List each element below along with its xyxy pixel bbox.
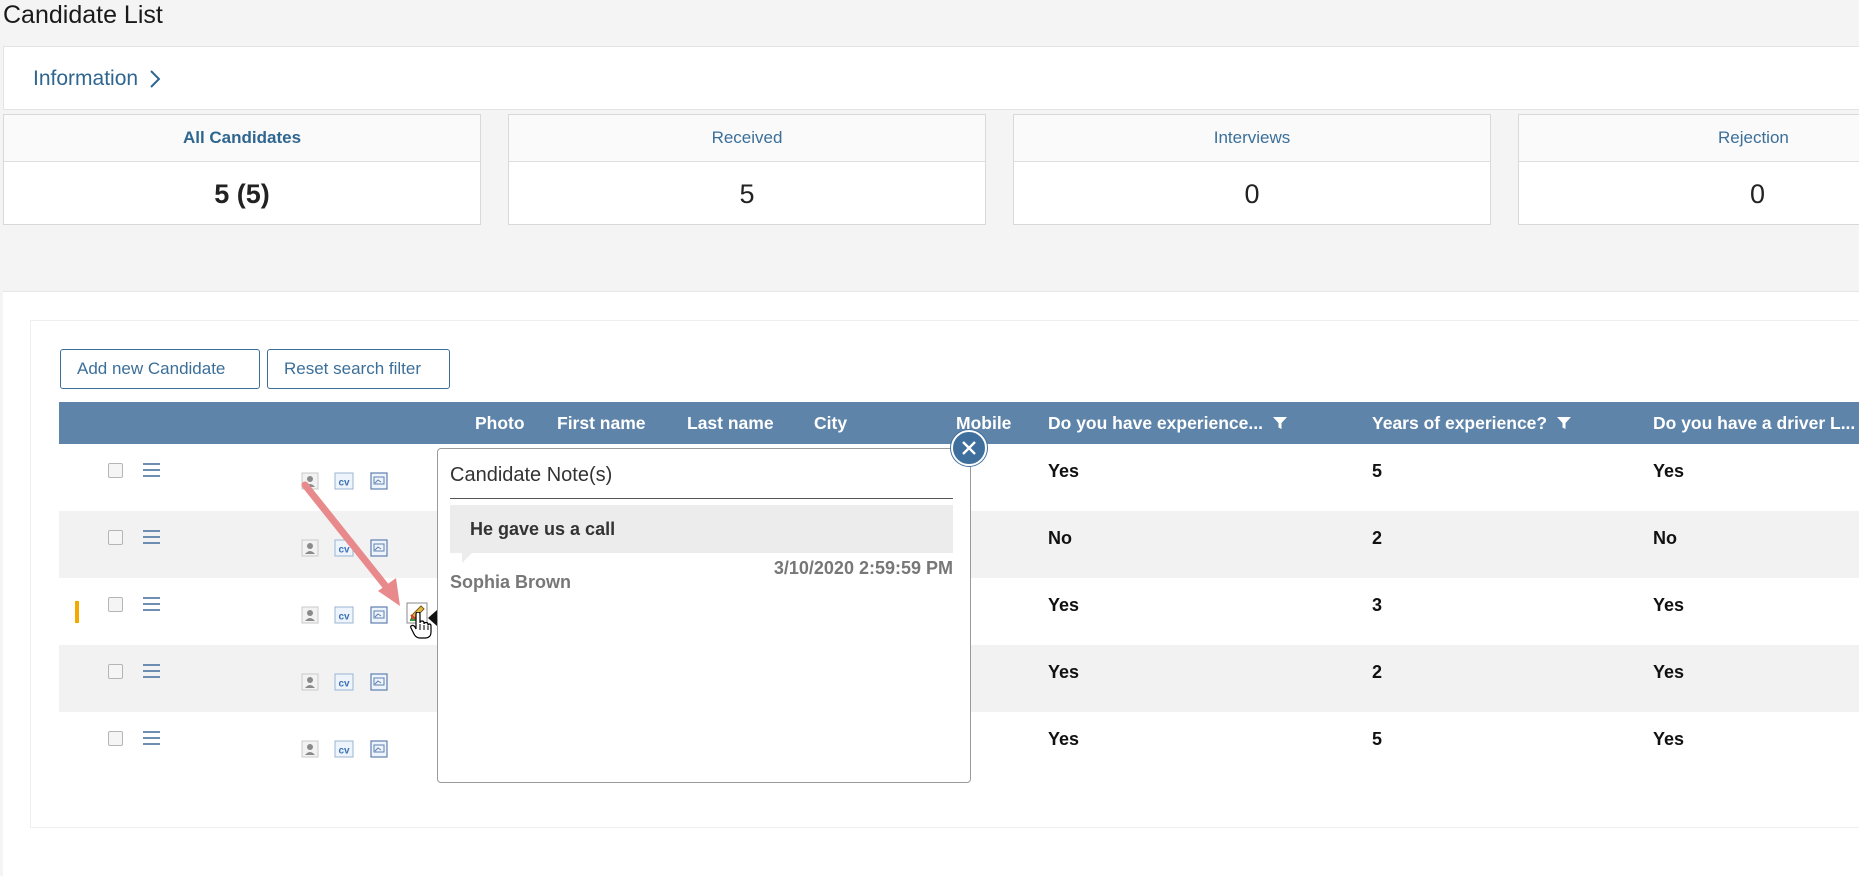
column-header-experience[interactable]: Do you have experience... bbox=[1048, 402, 1287, 444]
svg-text:cv: cv bbox=[338, 679, 350, 690]
cell-years: 3 bbox=[1372, 594, 1383, 615]
row-checkbox[interactable] bbox=[108, 463, 123, 478]
cell-years: 2 bbox=[1372, 661, 1383, 682]
row-menu-icon[interactable] bbox=[143, 664, 160, 678]
note-date: 3/10/2020 2:59:59 PM bbox=[773, 558, 953, 578]
cell-years: 2 bbox=[1372, 527, 1383, 548]
column-header-city[interactable]: City bbox=[814, 402, 847, 444]
stat-label: Rejection bbox=[1519, 115, 1859, 162]
row-menu-icon[interactable] bbox=[143, 731, 160, 745]
close-popup-button[interactable] bbox=[951, 430, 987, 466]
information-label: Information bbox=[33, 67, 139, 90]
filter-icon[interactable] bbox=[1272, 416, 1287, 430]
page-title: Candidate List bbox=[3, 1, 163, 29]
close-icon bbox=[962, 441, 976, 455]
stat-value: 5 bbox=[739, 178, 755, 209]
document-icon[interactable] bbox=[369, 672, 389, 692]
popup-title: Candidate Note(s) bbox=[450, 464, 613, 486]
svg-text:cv: cv bbox=[338, 746, 350, 757]
cell-experience: Yes bbox=[1048, 661, 1080, 682]
stat-label: Received bbox=[509, 115, 985, 162]
column-header-photo[interactable]: Photo bbox=[475, 402, 525, 444]
svg-text:cv: cv bbox=[338, 612, 350, 623]
column-header-first-name[interactable]: First name bbox=[557, 402, 646, 444]
cell-driver-license: No bbox=[1653, 527, 1677, 548]
cell-years: 5 bbox=[1372, 728, 1383, 749]
annotation-arrow-icon bbox=[301, 481, 400, 606]
row-menu-icon[interactable] bbox=[143, 597, 160, 611]
popup-divider bbox=[450, 498, 953, 499]
row-checkbox[interactable] bbox=[108, 664, 123, 679]
row-menu-icon[interactable] bbox=[143, 530, 160, 544]
chevron-right-icon bbox=[150, 70, 161, 88]
cv-icon[interactable]: cv bbox=[334, 672, 354, 692]
cell-driver-license: Yes bbox=[1653, 594, 1685, 615]
document-icon[interactable] bbox=[369, 739, 389, 759]
stat-label: Interviews bbox=[1014, 115, 1490, 162]
cv-icon[interactable]: cv bbox=[334, 739, 354, 759]
hand-cursor-icon bbox=[410, 612, 432, 639]
stat-card-received[interactable]: Received 5 bbox=[508, 114, 986, 225]
column-header-last-name[interactable]: Last name bbox=[687, 402, 774, 444]
row-selected-marker bbox=[75, 601, 79, 623]
stat-value: 0 bbox=[1244, 178, 1260, 209]
person-icon[interactable] bbox=[300, 739, 320, 759]
stat-value: 5 (5) bbox=[214, 178, 270, 209]
stat-label: All Candidates bbox=[4, 115, 480, 162]
cell-driver-license: Yes bbox=[1653, 661, 1685, 682]
stat-card-rejection[interactable]: Rejection 0 bbox=[1518, 114, 1859, 225]
column-header-years[interactable]: Years of experience? bbox=[1372, 402, 1572, 444]
cell-driver-license: Yes bbox=[1653, 728, 1685, 749]
person-icon[interactable] bbox=[300, 672, 320, 692]
stat-value: 0 bbox=[1750, 178, 1766, 209]
row-checkbox[interactable] bbox=[108, 530, 123, 545]
column-header-years-label: Years of experience? bbox=[1372, 412, 1548, 433]
add-candidate-button[interactable]: Add new Candidate bbox=[60, 349, 260, 389]
cell-experience: No bbox=[1048, 527, 1072, 548]
row-checkbox[interactable] bbox=[108, 731, 123, 746]
cell-experience: Yes bbox=[1048, 728, 1080, 749]
column-header-driver-license[interactable]: Do you have a driver L... bbox=[1653, 402, 1855, 444]
note-author: Sophia Brown bbox=[450, 572, 571, 592]
stat-card-interviews[interactable]: Interviews 0 bbox=[1013, 114, 1491, 225]
stat-card-all-candidates[interactable]: All Candidates 5 (5) bbox=[3, 114, 481, 225]
cell-experience: Yes bbox=[1048, 460, 1080, 481]
cell-driver-license: Yes bbox=[1653, 460, 1685, 481]
cell-experience: Yes bbox=[1048, 594, 1080, 615]
reset-filter-button[interactable]: Reset search filter bbox=[267, 349, 450, 389]
info-bar: Information bbox=[3, 46, 1859, 110]
candidate-notes-popup: Candidate Note(s) He gave us a call 3/10… bbox=[437, 448, 971, 783]
information-link[interactable]: Information bbox=[33, 67, 161, 91]
filter-icon[interactable] bbox=[1557, 416, 1572, 430]
note-text: He gave us a call bbox=[450, 505, 953, 563]
row-checkbox[interactable] bbox=[108, 597, 123, 612]
column-header-experience-label: Do you have experience... bbox=[1048, 412, 1263, 433]
cell-years: 5 bbox=[1372, 460, 1383, 481]
row-menu-icon[interactable] bbox=[143, 463, 160, 477]
